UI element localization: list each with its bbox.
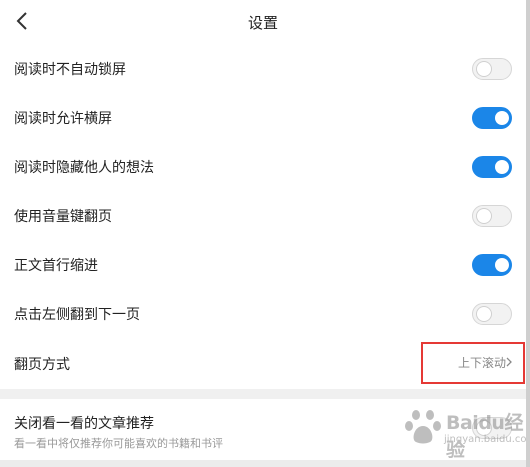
toggle-hide-thoughts[interactable] xyxy=(472,156,512,178)
toggle-knob xyxy=(495,160,509,174)
toggle-knob xyxy=(477,209,491,223)
setting-row-no-autolock: 阅读时不自动锁屏 xyxy=(0,45,526,94)
toggle-tap-left[interactable] xyxy=(472,303,512,325)
page-title: 设置 xyxy=(247,14,278,32)
toggle-indent[interactable] xyxy=(472,254,512,276)
toggle-knob xyxy=(495,111,509,125)
baidu-watermark: Baidu经验 jingyan.baidu.com xyxy=(400,404,526,461)
setting-sublabel: 看一看中将仅推荐你可能喜欢的书籍和书评 xyxy=(14,437,223,450)
setting-label: 使用音量键翻页 xyxy=(14,209,112,225)
setting-row-indent: 正文首行缩进 xyxy=(0,241,526,290)
setting-label: 阅读时允许横屏 xyxy=(14,111,112,127)
annotation-highlight-box xyxy=(421,342,525,384)
setting-row-tap-left: 点击左侧翻到下一页 xyxy=(0,290,526,339)
setting-label: 翻页方式 xyxy=(14,357,70,373)
setting-row-hide-thoughts: 阅读时隐藏他人的想法 xyxy=(0,143,526,192)
setting-row-allow-landscape: 阅读时允许横屏 xyxy=(0,94,526,143)
toggle-volume-keys[interactable] xyxy=(472,205,512,227)
setting-label: 关闭看一看的文章推荐 xyxy=(14,416,154,432)
watermark-url: jingyan.baidu.com xyxy=(444,434,530,445)
section-divider xyxy=(0,389,526,399)
setting-label: 阅读时隐藏他人的想法 xyxy=(14,160,154,176)
toggle-allow-landscape[interactable] xyxy=(472,107,512,129)
settings-screen: 设置 阅读时不自动锁屏 阅读时允许横屏 阅读时隐藏他人的想法 使用音量键翻页 正… xyxy=(0,0,530,467)
bottom-divider xyxy=(0,460,526,467)
toggle-no-autolock[interactable] xyxy=(472,58,512,80)
setting-label: 点击左侧翻到下一页 xyxy=(14,307,140,323)
setting-label: 阅读时不自动锁屏 xyxy=(14,62,126,78)
setting-row-volume-keys: 使用音量键翻页 xyxy=(0,192,526,241)
toggle-knob xyxy=(477,62,491,76)
header: 设置 xyxy=(0,0,526,42)
toggle-knob xyxy=(477,307,491,321)
setting-label: 正文首行缩进 xyxy=(14,258,98,274)
toggle-knob xyxy=(495,258,509,272)
paw-logo-icon xyxy=(405,410,441,444)
